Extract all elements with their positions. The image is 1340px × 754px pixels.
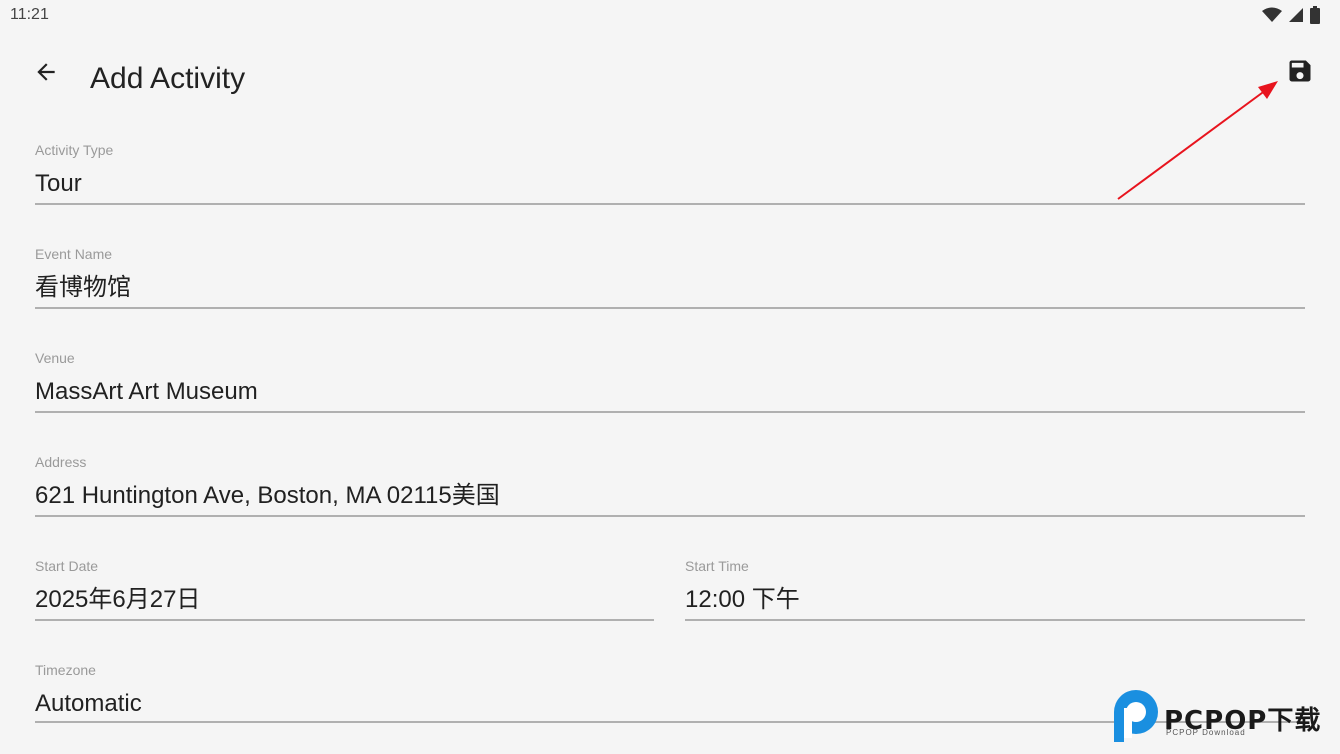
venue-field[interactable]: Venue MassArt Art Museum bbox=[35, 350, 1305, 414]
back-button[interactable] bbox=[28, 54, 64, 90]
wifi-icon bbox=[1262, 7, 1282, 22]
save-button[interactable] bbox=[1283, 54, 1317, 88]
start-date-label: Start Date bbox=[35, 558, 99, 574]
start-date-field[interactable]: Start Date 2025年6月27日 bbox=[35, 558, 654, 622]
event-name-value: 看博物馆 bbox=[35, 274, 131, 301]
save-icon bbox=[1289, 60, 1311, 82]
page-title: Add Activity bbox=[90, 62, 246, 95]
activity-type-underline bbox=[35, 203, 1305, 205]
start-time-value: 12:00 下午 bbox=[685, 586, 800, 613]
start-time-underline bbox=[685, 619, 1305, 621]
address-value: 621 Huntington Ave, Boston, MA 02115美国 bbox=[35, 482, 500, 509]
activity-type-field[interactable]: Activity Type Tour bbox=[35, 142, 1305, 206]
app-bar: Add Activity bbox=[0, 40, 1340, 120]
status-icons bbox=[1262, 6, 1320, 24]
activity-type-value: Tour bbox=[35, 170, 82, 197]
watermark-subtext: PCPOP Download bbox=[1166, 728, 1246, 737]
battery-icon bbox=[1310, 6, 1320, 24]
start-date-underline bbox=[35, 619, 654, 621]
venue-value: MassArt Art Museum bbox=[35, 378, 258, 405]
address-label: Address bbox=[35, 454, 87, 470]
status-time: 11:21 bbox=[10, 6, 49, 23]
address-field[interactable]: Address 621 Huntington Ave, Boston, MA 0… bbox=[35, 454, 1305, 518]
start-date-value: 2025年6月27日 bbox=[35, 586, 201, 613]
address-underline bbox=[35, 515, 1305, 517]
pcpop-logo-icon bbox=[1114, 690, 1158, 742]
start-time-label: Start Time bbox=[685, 558, 749, 574]
arrow-back-icon bbox=[37, 63, 55, 81]
timezone-label: Timezone bbox=[35, 662, 96, 678]
venue-underline bbox=[35, 411, 1305, 413]
event-name-underline bbox=[35, 307, 1305, 309]
activity-type-label: Activity Type bbox=[35, 142, 114, 158]
signal-icon bbox=[1289, 8, 1303, 22]
event-name-label: Event Name bbox=[35, 246, 113, 262]
watermark-logo: PCPOP下载 PCPOP Download bbox=[1108, 686, 1340, 754]
venue-label: Venue bbox=[35, 350, 75, 366]
event-name-field[interactable]: Event Name 看博物馆 bbox=[35, 246, 1305, 310]
status-bar: 11:21 bbox=[0, 0, 1340, 30]
start-time-field[interactable]: Start Time 12:00 下午 bbox=[685, 558, 1305, 622]
